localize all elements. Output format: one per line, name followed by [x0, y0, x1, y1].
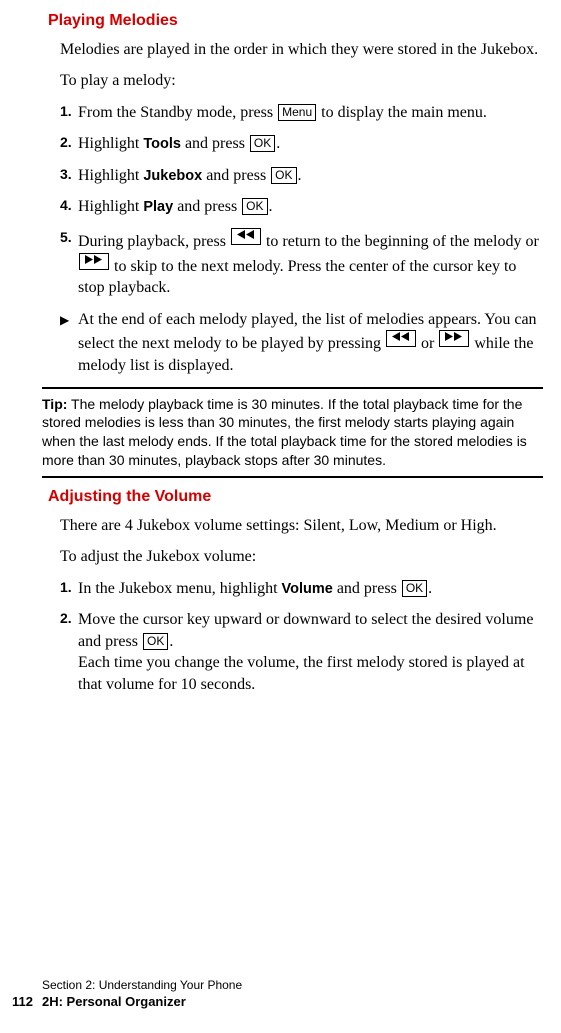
section2-body: There are 4 Jukebox volume settings: Sil…	[60, 516, 543, 696]
step-number: 2.	[60, 609, 78, 695]
step-1: 1. In the Jukebox menu, highlight Volume…	[60, 578, 543, 600]
text: and press	[173, 198, 241, 215]
ok-key-icon: OK	[143, 633, 168, 650]
rewind-key-icon	[231, 228, 261, 245]
step-text: In the Jukebox menu, highlight Volume an…	[78, 578, 543, 600]
text: .	[169, 633, 173, 650]
step-text: Move the cursor key upward or downward t…	[78, 609, 543, 695]
ok-key-icon: OK	[242, 198, 267, 215]
step-2: 2. Highlight Tools and press OK.	[60, 133, 543, 155]
step-number: 4.	[60, 196, 78, 218]
text: .	[298, 167, 302, 184]
text: and press	[202, 167, 270, 184]
tip-block: Tip: The melody playback time is 30 minu…	[42, 395, 539, 471]
ok-key-icon: OK	[402, 580, 427, 597]
section1-body: Melodies are played in the order in whic…	[60, 40, 543, 377]
triangle-bullet-icon: ▶	[60, 309, 78, 377]
text: Highlight	[78, 135, 143, 152]
para-to-adjust: To adjust the Jukebox volume:	[60, 547, 543, 568]
text: Highlight	[78, 167, 143, 184]
text: From the Standby mode, press	[78, 104, 277, 121]
ok-key-icon: OK	[271, 167, 296, 184]
ok-key-icon: OK	[250, 135, 275, 152]
step-5: 5. During playback, press to return to t…	[60, 228, 543, 299]
step-number: 1.	[60, 102, 78, 124]
menu-key-icon: Menu	[278, 104, 316, 121]
tip-label: Tip:	[42, 396, 67, 412]
footer: 112 Section 2: Understanding Your Phone …	[42, 977, 242, 1011]
note-text: At the end of each melody played, the li…	[78, 309, 543, 377]
step-number: 5.	[60, 228, 78, 299]
text: and press	[333, 580, 401, 597]
step-4: 4. Highlight Play and press OK.	[60, 196, 543, 218]
text: Each time you change the volume, the fir…	[78, 654, 525, 693]
text: .	[276, 135, 280, 152]
heading-adjusting-volume: Adjusting the Volume	[48, 488, 543, 506]
text: to return to the beginning of the melody…	[262, 233, 539, 250]
tip-text: The melody playback time is 30 minutes. …	[42, 396, 527, 469]
step-text: From the Standby mode, press Menu to dis…	[78, 102, 543, 124]
note-bullet: ▶ At the end of each melody played, the …	[60, 309, 543, 377]
text: .	[428, 580, 432, 597]
bold-play: Play	[143, 199, 173, 215]
step-1: 1. From the Standby mode, press Menu to …	[60, 102, 543, 124]
text: or	[417, 335, 438, 352]
para-volume-intro: There are 4 Jukebox volume settings: Sil…	[60, 516, 543, 537]
page: Playing Melodies Melodies are played in …	[0, 0, 561, 1033]
step-2: 2. Move the cursor key upward or downwar…	[60, 609, 543, 695]
text: Highlight	[78, 198, 143, 215]
step-text: Highlight Play and press OK.	[78, 196, 543, 218]
divider	[42, 476, 543, 478]
step-text: During playback, press to return to the …	[78, 228, 543, 299]
bold-tools: Tools	[143, 136, 181, 152]
rewind-key-icon	[386, 330, 416, 347]
text: During playback, press	[78, 233, 230, 250]
footer-line1: Section 2: Understanding Your Phone	[42, 977, 242, 993]
text: to skip to the next melody. Press the ce…	[78, 258, 516, 297]
step-3: 3. Highlight Jukebox and press OK.	[60, 165, 543, 187]
text: In the Jukebox menu, highlight	[78, 580, 282, 597]
bold-volume: Volume	[282, 581, 333, 597]
text: .	[269, 198, 273, 215]
divider	[42, 387, 543, 389]
step-number: 2.	[60, 133, 78, 155]
heading-playing-melodies: Playing Melodies	[48, 12, 543, 30]
step-text: Highlight Tools and press OK.	[78, 133, 543, 155]
para-intro: Melodies are played in the order in whic…	[60, 40, 543, 61]
para-to-play: To play a melody:	[60, 71, 543, 92]
forward-key-icon	[439, 330, 469, 347]
step-number: 1.	[60, 578, 78, 600]
text: to display the main menu.	[317, 104, 487, 121]
page-number: 112	[12, 993, 33, 1011]
step-text: Highlight Jukebox and press OK.	[78, 165, 543, 187]
forward-key-icon	[79, 253, 109, 270]
text: and press	[181, 135, 249, 152]
step-number: 3.	[60, 165, 78, 187]
footer-line2: 2H: Personal Organizer	[42, 993, 242, 1011]
bold-jukebox: Jukebox	[143, 168, 202, 184]
